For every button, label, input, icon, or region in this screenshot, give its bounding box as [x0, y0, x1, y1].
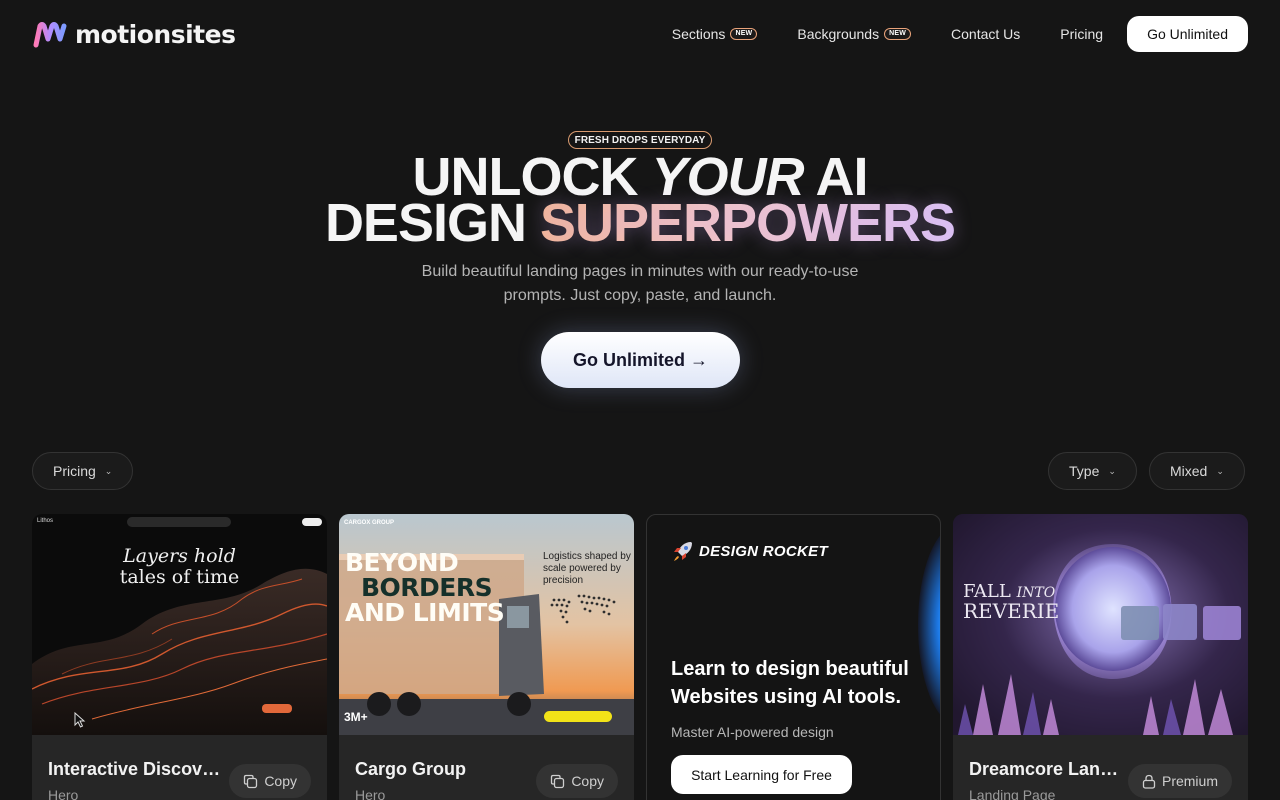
- copy-icon: [551, 774, 565, 788]
- logo[interactable]: motionsites: [33, 20, 236, 49]
- new-badge: NEW: [884, 28, 912, 40]
- filter-label: Pricing: [53, 463, 96, 479]
- preview-brand: Lithos: [37, 518, 54, 524]
- preview-heading-line: BEYOND: [345, 548, 459, 577]
- chevron-down-icon: ⌄: [1108, 465, 1116, 476]
- preview-brand: CARGOX GROUP: [344, 520, 395, 526]
- nav-item-backgrounds[interactable]: Backgrounds NEW: [777, 16, 931, 52]
- template-card[interactable]: FALL INTO REVERIE Dreamcore Landing Page…: [953, 514, 1248, 800]
- copy-label: Copy: [571, 773, 604, 789]
- nav-item-label: Backgrounds: [797, 26, 880, 42]
- chevron-down-icon: ⌄: [1216, 465, 1224, 476]
- card-category: Landing Page: [969, 787, 1056, 800]
- ad-title: Learn to design beautiful Websites using…: [671, 658, 909, 708]
- filter-label: Type: [1069, 463, 1100, 479]
- card-category: Hero: [355, 787, 386, 800]
- preview-heading: FALL INTO REVERIE: [963, 583, 1060, 623]
- copy-button[interactable]: Copy: [229, 764, 311, 798]
- card-title[interactable]: Cargo Group: [355, 759, 533, 780]
- pricing-filter-dropdown[interactable]: Pricing ⌄: [32, 452, 134, 490]
- premium-button[interactable]: Premium: [1127, 764, 1232, 798]
- premium-label: Premium: [1161, 773, 1218, 789]
- sort-filter-dropdown[interactable]: Mixed ⌄: [1149, 452, 1245, 490]
- logo-mark-icon: [33, 21, 67, 47]
- preview-heading: BEYOND BORDERS AND LIMITS: [345, 548, 505, 627]
- hero-title-gradient-text: SUPERPOWERS: [539, 193, 956, 253]
- card-preview-image[interactable]: Lithos Layers hold tales of time: [32, 514, 327, 735]
- rocket-icon: [674, 542, 692, 561]
- ad-subtitle: Master AI-powered design: [671, 724, 834, 740]
- copy-icon: [244, 774, 258, 788]
- filter-label: Mixed: [1170, 463, 1208, 479]
- ad-glow: [918, 525, 940, 725]
- preview-heading-line: AND LIMITS: [345, 598, 505, 627]
- hero-title: UNLOCK YOUR AI DESIGN SUPERPOWERS: [0, 150, 1280, 250]
- nav-item-pricing[interactable]: Pricing: [1040, 16, 1123, 52]
- main-nav: Sections NEW Backgrounds NEW Contact Us …: [652, 16, 1248, 52]
- start-learning-button[interactable]: Start Learning for Free: [671, 755, 852, 794]
- card-category: Hero: [48, 787, 79, 800]
- go-unlimited-hero-button[interactable]: Go Unlimited →: [541, 332, 740, 388]
- nav-item-label: Contact Us: [951, 26, 1021, 42]
- copy-label: Copy: [264, 773, 297, 789]
- nav-item-label: Pricing: [1060, 26, 1104, 42]
- design-rocket-ad[interactable]: DESIGN ROCKET Learn to design beautiful …: [646, 514, 941, 800]
- preview-heading-line: tales of time: [119, 566, 240, 588]
- site-header: motionsites Sections NEW Backgrounds NEW…: [0, 0, 1280, 68]
- go-unlimited-nav-button[interactable]: Go Unlimited: [1127, 16, 1248, 52]
- nav-item-sections[interactable]: Sections NEW: [652, 16, 778, 52]
- chevron-down-icon: ⌄: [104, 465, 113, 476]
- preview-stat: 3M+: [344, 710, 368, 724]
- nav-item-label: Sections: [671, 26, 726, 42]
- preview-cta: [544, 711, 612, 722]
- preview-heading-line: BORDERS: [361, 573, 493, 602]
- card-title[interactable]: Dreamcore Landing Page: [969, 759, 1119, 780]
- card-preview-image[interactable]: CARGOX GROUP BEYOND BORDERS AND LIMITS L…: [339, 514, 634, 735]
- preview-heading-line: REVERIE: [963, 599, 1060, 623]
- card-preview-image[interactable]: FALL INTO REVERIE: [953, 514, 1248, 735]
- nav-item-contact[interactable]: Contact Us: [931, 16, 1040, 52]
- copy-button[interactable]: Copy: [536, 764, 618, 798]
- hero-subtitle: Build beautiful landing pages in minutes…: [421, 263, 859, 304]
- template-card[interactable]: CARGOX GROUP BEYOND BORDERS AND LIMITS L…: [339, 514, 634, 800]
- ad-brand: DESIGN ROCKET: [671, 539, 828, 563]
- fantasy-cave-illustration: [953, 514, 1248, 735]
- type-filter-dropdown[interactable]: Type ⌄: [1048, 452, 1137, 490]
- logo-text: motionsites: [75, 20, 236, 49]
- new-badge: NEW: [730, 28, 758, 40]
- preview-heading: Layers hold tales of time: [32, 546, 327, 588]
- ad-brand-text: DESIGN ROCKET: [699, 542, 828, 560]
- lock-icon: [1142, 774, 1156, 789]
- cursor-icon: [74, 712, 86, 728]
- preview-cta: [262, 704, 292, 713]
- preview-heading-line: Layers hold: [123, 545, 236, 567]
- hero-title-line-2: DESIGN SUPERPOWERS: [0, 196, 1280, 250]
- card-title[interactable]: Interactive Discovery: [48, 759, 226, 780]
- template-card[interactable]: Lithos Layers hold tales of time Interac…: [32, 514, 327, 800]
- preview-side-text: Logistics shaped by scale powered by pre…: [543, 551, 631, 586]
- preview-nav: [127, 517, 231, 527]
- hero-title-text: DESIGN: [324, 193, 540, 253]
- preview-signup-button: [302, 518, 322, 526]
